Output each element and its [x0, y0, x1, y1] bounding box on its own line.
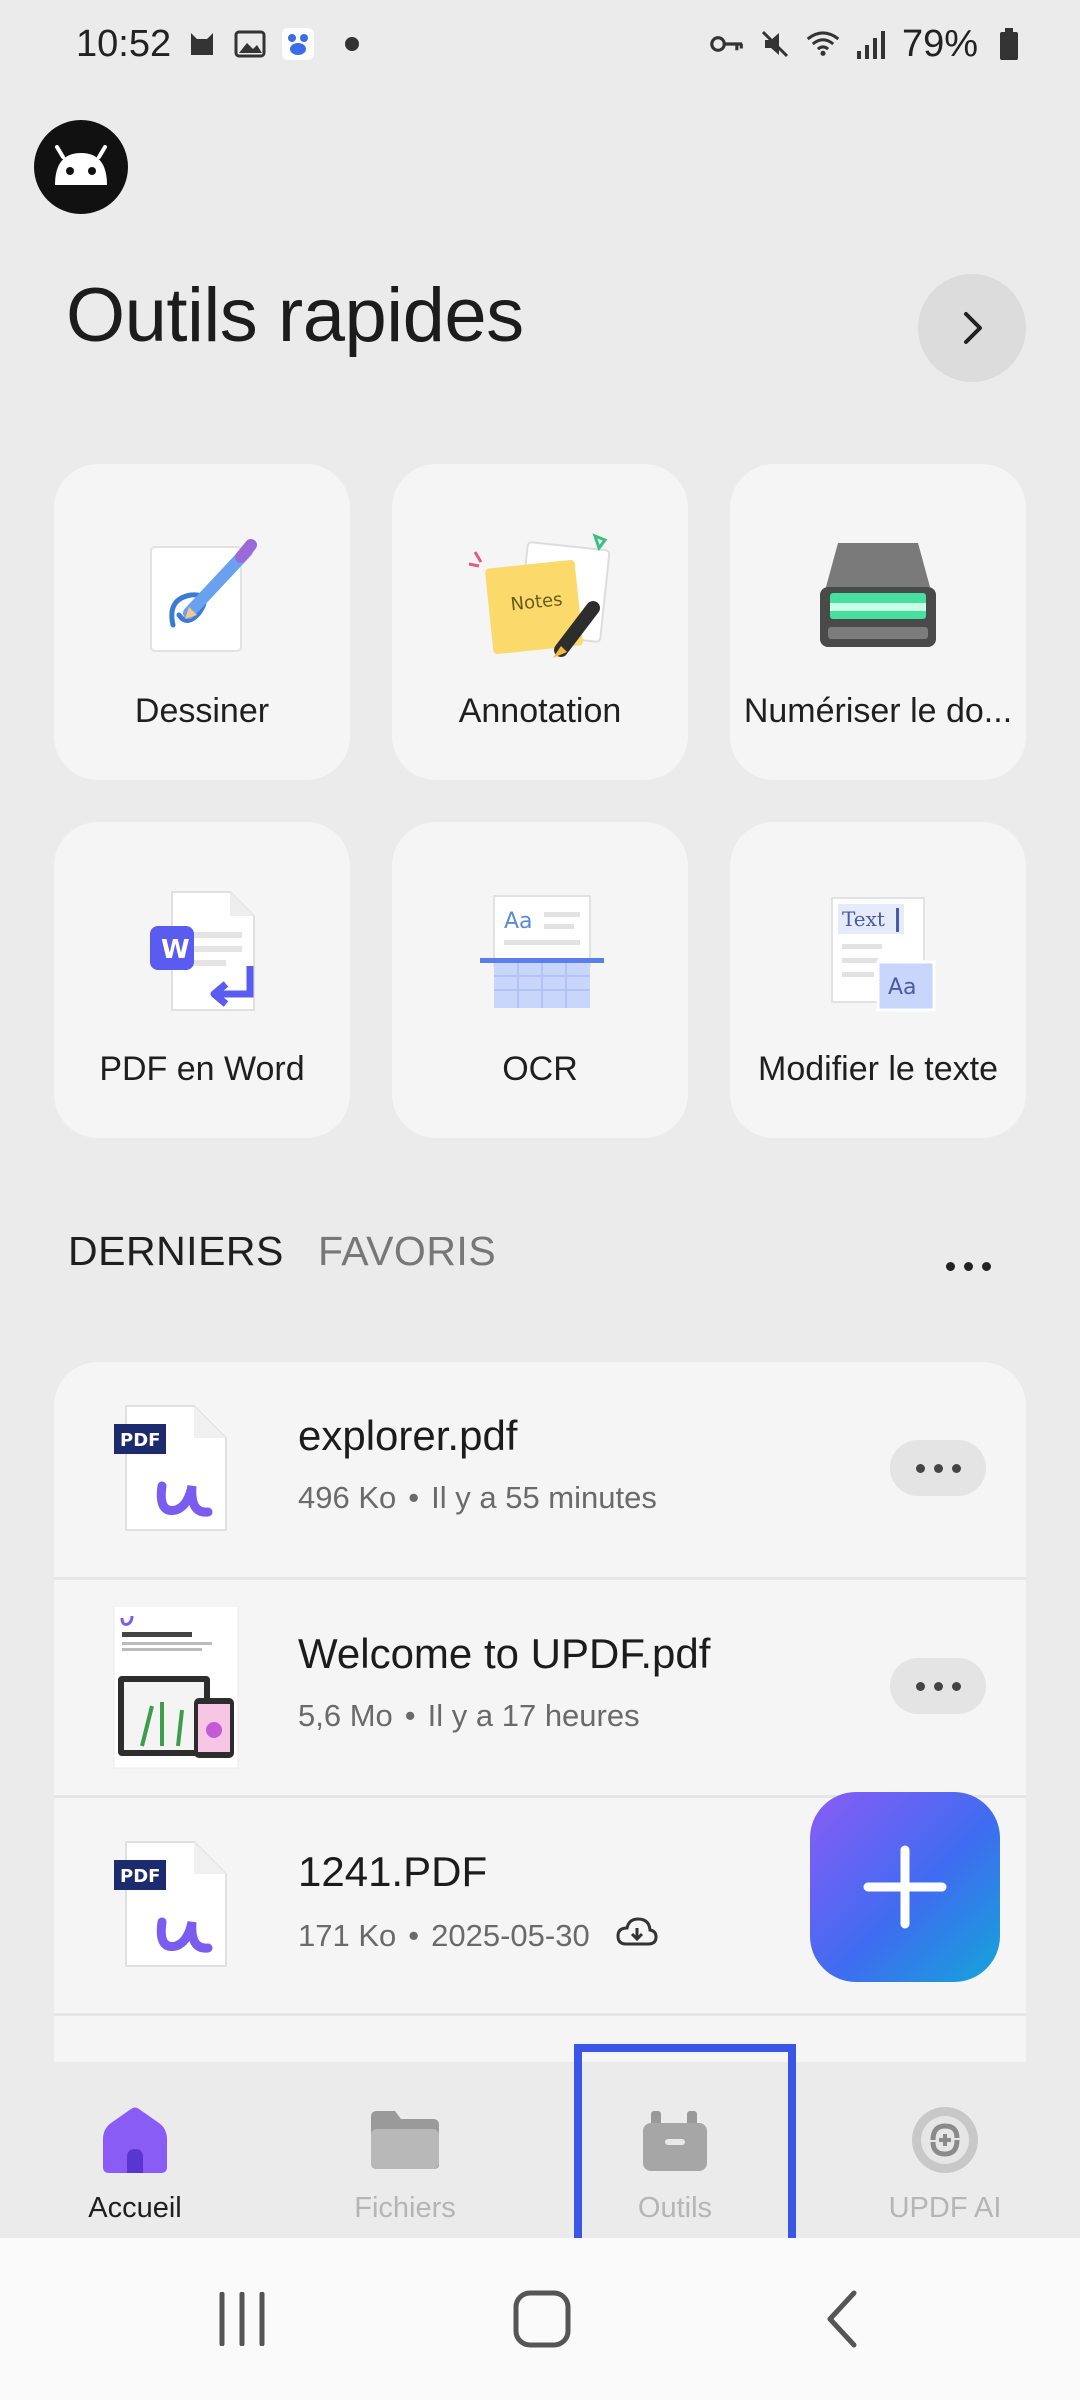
more-icon-dot — [951, 1681, 961, 1691]
file-meta: 5,6 Mo • Il y a 17 heures — [298, 1698, 640, 1734]
back-button[interactable] — [742, 2238, 942, 2400]
draw-icon — [122, 514, 282, 674]
file-meta: 496 Ko • Il y a 55 minutes — [298, 1480, 657, 1516]
add-file-button[interactable] — [810, 1792, 1000, 1982]
key-icon — [710, 27, 744, 61]
chevron-right-icon — [964, 312, 982, 344]
svg-text:Aa: Aa — [888, 975, 917, 1000]
pdf-to-word-icon: W — [122, 872, 282, 1032]
tool-ocr[interactable]: Aa OCR — [392, 822, 688, 1138]
more-icon-dot — [915, 1463, 925, 1473]
see-all-tools-button[interactable] — [918, 274, 1026, 382]
ocr-icon: Aa — [460, 872, 620, 1032]
more-icon-dot — [964, 1262, 973, 1271]
tool-label: Annotation — [458, 692, 622, 730]
tool-label: Dessiner — [134, 692, 270, 730]
nav-label: UPDF AI — [888, 2192, 1002, 2224]
file-size: 496 Ko — [298, 1480, 397, 1515]
more-icon-dot — [933, 1463, 943, 1473]
file-time: Il y a 17 heures — [427, 1698, 640, 1733]
tool-label: PDF en Word — [99, 1050, 305, 1088]
status-time: 10:52 — [76, 22, 172, 65]
more-icon-dot — [915, 1681, 925, 1691]
highlight-box — [574, 2044, 796, 2250]
meta-separator: • — [408, 1918, 420, 1953]
ai-icon — [905, 2102, 985, 2178]
meta-separator: • — [404, 1698, 416, 1733]
paw-app-icon — [281, 27, 315, 61]
tool-pdf-to-word[interactable]: W PDF en Word — [54, 822, 350, 1138]
nav-updf-ai[interactable]: UPDF AI — [810, 2062, 1080, 2236]
home-button[interactable] — [442, 2238, 642, 2400]
meta-separator: • — [408, 1480, 420, 1515]
pdf-icon: PDF — [112, 1838, 240, 1978]
image-icon — [233, 27, 267, 61]
bottom-nav: Accueil Fichiers Outils UPDF AI — [0, 2062, 1080, 2236]
notes-icon: Notes — [460, 514, 620, 674]
list-options-button[interactable] — [946, 1262, 991, 1271]
tool-label: OCR — [502, 1050, 578, 1088]
recent-apps-button[interactable] — [142, 2238, 342, 2400]
file-more-button[interactable] — [890, 1440, 986, 1496]
back-chevron-icon — [827, 2290, 857, 2348]
more-icon-dot — [933, 1681, 943, 1691]
document-thumbnail — [112, 1605, 240, 1769]
tool-label: Numériser le do... — [743, 692, 1013, 730]
status-bar: 10:52 79% — [0, 0, 1080, 88]
more-icon-dot — [946, 1262, 955, 1271]
file-row-partial — [54, 2016, 1026, 2062]
file-row-explorer[interactable]: PDF explorer.pdf 496 Ko • Il y a 55 minu… — [54, 1362, 1026, 1580]
file-size: 5,6 Mo — [298, 1698, 393, 1733]
file-size: 171 Ko — [298, 1918, 397, 1953]
plus-icon — [863, 1845, 947, 1929]
file-time: 2025-05-30 — [431, 1918, 590, 1953]
battery-icon — [992, 27, 1026, 61]
folder-icon — [365, 2102, 445, 2178]
home-icon — [95, 2102, 175, 2178]
svg-text:Text: Text — [842, 907, 885, 931]
file-row-welcome[interactable]: Welcome to UPDF.pdf 5,6 Mo • Il y a 17 h… — [54, 1580, 1026, 1798]
cloud-icon — [616, 1916, 658, 1956]
signal-icon — [854, 27, 888, 61]
cat-icon — [185, 27, 219, 61]
home-square-icon — [513, 2290, 571, 2348]
nav-home[interactable]: Accueil — [0, 2062, 270, 2236]
svg-text:PDF: PDF — [120, 1866, 160, 1887]
file-meta: 171 Ko • 2025-05-30 — [298, 1916, 658, 1956]
battery-percent: 79% — [901, 22, 978, 65]
android-icon — [55, 145, 107, 185]
wifi-icon — [806, 27, 840, 61]
tool-annotation[interactable]: Notes Annotation — [392, 464, 688, 780]
svg-text:W: W — [161, 935, 190, 965]
status-right: 79% — [710, 23, 1026, 66]
edit-text-icon: Text Aa — [798, 872, 958, 1032]
nav-label: Fichiers — [354, 2192, 456, 2224]
notification-dot — [345, 37, 360, 51]
file-more-button[interactable] — [890, 1658, 986, 1714]
svg-text:Aa: Aa — [504, 909, 533, 934]
file-name: Welcome to UPDF.pdf — [298, 1630, 711, 1677]
svg-text:PDF: PDF — [120, 1430, 160, 1451]
file-name: 1241.PDF — [298, 1848, 488, 1895]
more-icon-dot — [951, 1463, 961, 1473]
status-left: 10:52 — [76, 22, 360, 66]
recent-apps-icon — [219, 2292, 265, 2346]
tool-draw[interactable]: Dessiner — [54, 464, 350, 780]
tool-label: Modifier le texte — [758, 1050, 998, 1088]
nav-files[interactable]: Fichiers — [270, 2062, 540, 2236]
mute-icon — [758, 27, 792, 61]
android-avatar[interactable] — [34, 120, 128, 214]
tool-edit-text[interactable]: Text Aa Modifier le texte — [730, 822, 1026, 1138]
pdf-icon: PDF — [112, 1402, 240, 1542]
scanner-icon — [798, 514, 958, 674]
tool-scan[interactable]: Numériser le do... — [730, 464, 1026, 780]
file-name: explorer.pdf — [298, 1412, 518, 1459]
system-nav-bar — [0, 2238, 1080, 2400]
file-time: Il y a 55 minutes — [431, 1480, 657, 1515]
more-icon-dot — [982, 1262, 991, 1271]
nav-label: Accueil — [88, 2192, 182, 2224]
page-title: Outils rapides — [66, 273, 524, 358]
tab-recent[interactable]: DERNIERS — [68, 1228, 284, 1275]
tab-favorites[interactable]: FAVORIS — [318, 1228, 496, 1275]
